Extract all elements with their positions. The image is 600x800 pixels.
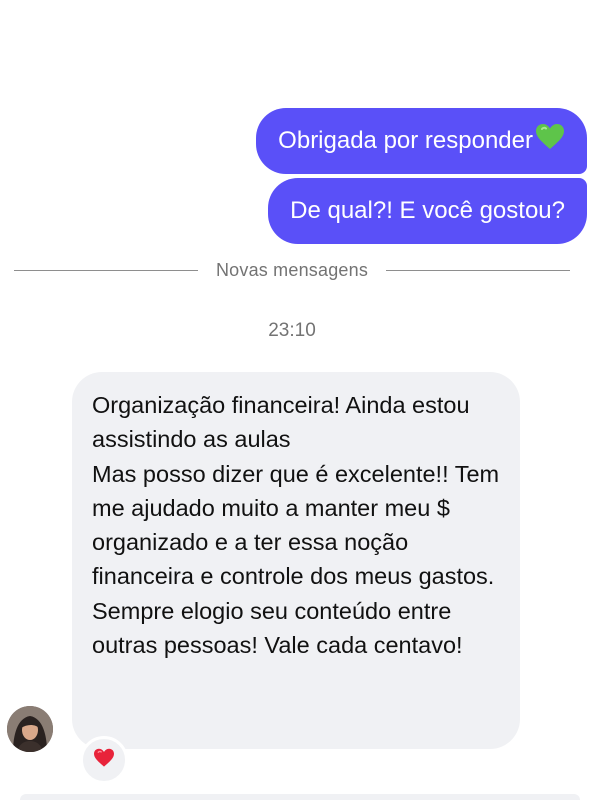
message-line: Organização financeira! Ainda estou assi… xyxy=(92,392,470,453)
sender-avatar[interactable] xyxy=(7,706,53,752)
outgoing-message[interactable]: De qual?! E você gostou? xyxy=(268,178,587,244)
message-timestamp: 23:10 xyxy=(268,320,316,341)
outgoing-message[interactable]: Obrigada por responder xyxy=(256,108,587,174)
divider-label: Novas mensagens xyxy=(215,259,369,280)
message-line: Mas posso dizer que é excelente!! Tem me… xyxy=(92,460,500,659)
message-text: De qual?! E você gostou? xyxy=(290,197,565,224)
divider-line xyxy=(386,269,570,271)
composer-edge xyxy=(20,794,580,800)
green-heart-icon xyxy=(535,123,565,160)
reaction-badge[interactable] xyxy=(80,736,128,784)
new-messages-divider: Novas mensagens xyxy=(14,258,570,282)
divider-line xyxy=(14,269,198,271)
message-text: Obrigada por responder xyxy=(278,127,533,154)
red-heart-icon xyxy=(93,748,115,773)
incoming-message[interactable]: Organização financeira! Ainda estou assi… xyxy=(72,372,520,749)
